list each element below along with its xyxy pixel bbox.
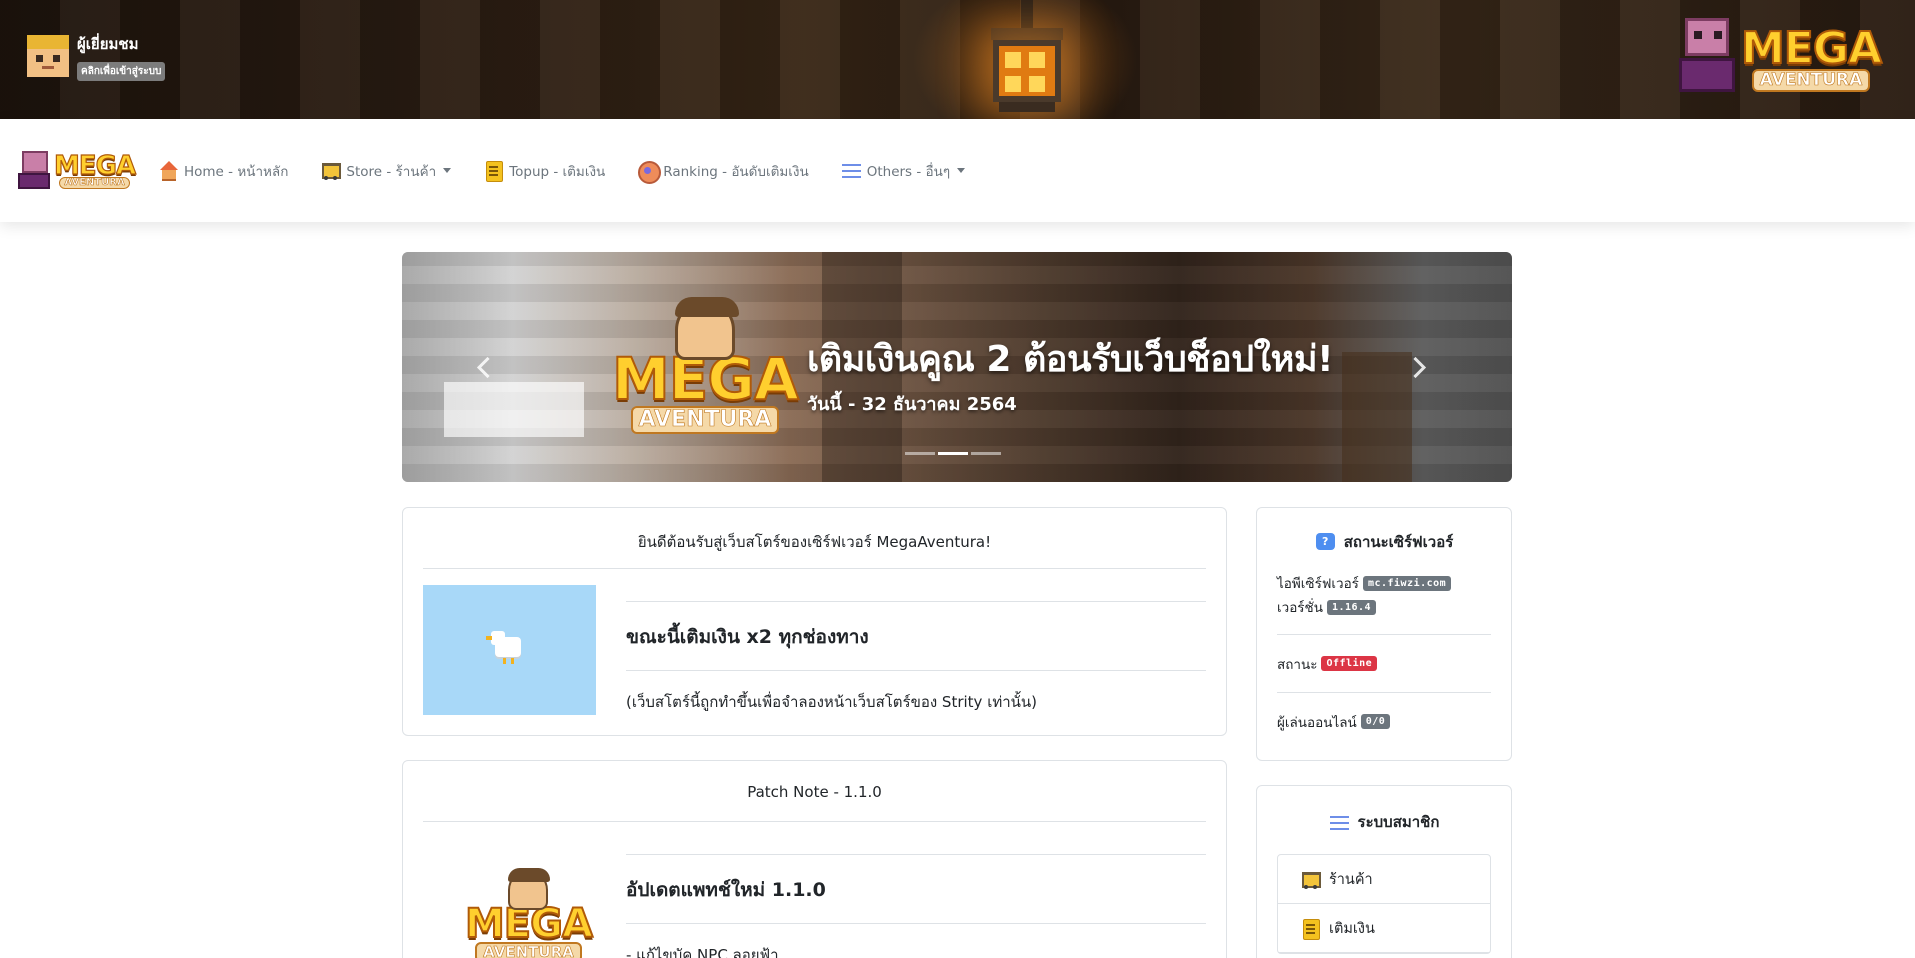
nav-others[interactable]: Others - อื่นๆ xyxy=(841,160,966,182)
member-system-title: ระบบสมาชิก xyxy=(1357,813,1440,831)
nav-store[interactable]: Store - ร้านค้า xyxy=(320,160,452,182)
cart-icon xyxy=(1300,869,1321,890)
patch-note-card: Patch Note - 1.1.0 MEGA AVENTURA อัปเดตแ… xyxy=(402,760,1227,958)
logo-sub: AVENTURA xyxy=(59,177,130,189)
navbar-logo[interactable]: MEGA AVENTURA xyxy=(18,149,137,189)
home-icon xyxy=(158,160,179,181)
slide-title: เติมเงินคูณ 2 ต้อนรับเว็บช็อปใหม่! xyxy=(807,339,1334,380)
patch-header: Patch Note - 1.1.0 xyxy=(423,761,1206,822)
nav-others-label: Others - อื่นๆ xyxy=(866,163,951,180)
guest-name: ผู้เยี่ยมชม xyxy=(77,34,139,53)
carousel-indicator-active[interactable] xyxy=(938,452,968,455)
chevron-down-icon xyxy=(443,168,452,173)
patch-title: อัปเดตแพทช์ใหม่ 1.1.0 xyxy=(626,854,1206,924)
nav-topup-label: Topup - เติมเงิน xyxy=(509,163,606,180)
welcome-card: ยินดีต้อนรับสู่เว็บสโตร์ของเซิร์ฟเวอร์ M… xyxy=(402,507,1227,736)
logo-sub: AVENTURA xyxy=(1751,69,1871,92)
slide-subtitle: วันนี้ - 32 ธันวาคม 2564 xyxy=(807,394,1017,415)
server-status-card: สถานะเซิร์ฟเวอร์ ไอพีเซิร์ฟเวอร์ mc.fiwz… xyxy=(1256,507,1512,761)
chicken-image xyxy=(486,631,527,664)
main-navbar: MEGA AVENTURA Home - หน้าหลัก Store - ร้… xyxy=(0,119,1915,222)
welcome-header: ยินดีต้อนรับสู่เว็บสโตร์ของเซิร์ฟเวอร์ M… xyxy=(423,508,1206,569)
patch-logo: MEGA AVENTURA xyxy=(464,868,594,958)
guest-login-area[interactable]: ผู้เยี่ยมชม คลิกเพื่อเข้าสู่ระบบ xyxy=(27,31,166,81)
logo-sub: AVENTURA xyxy=(475,942,582,958)
patch-desc: - แก้ไขบัค NPC ลอยฟ้า xyxy=(626,946,779,958)
cart-icon xyxy=(320,160,342,181)
slide-logo: MEGA AVENTURA xyxy=(611,297,800,434)
mascot-kid-image xyxy=(508,868,551,910)
carousel-prev-button[interactable] xyxy=(460,342,510,392)
member-item-topup[interactable]: เติมเงิน xyxy=(1278,904,1490,953)
bill-icon xyxy=(483,160,504,182)
nav-topup[interactable]: Topup - เติมเงิน xyxy=(483,160,605,182)
server-ip-badge[interactable]: mc.fiwzi.com xyxy=(1362,575,1452,591)
welcome-desc: (เว็บสโตร์นี้ถูกทำขึ้นเพื่อจำลองหน้าเว็บ… xyxy=(626,693,1037,711)
carousel-indicators xyxy=(905,452,1001,455)
member-item-label: เติมเงิน xyxy=(1329,920,1375,937)
pig-mascot-image xyxy=(1678,14,1741,92)
nav-home-label: Home - หน้าหลัก xyxy=(184,163,289,180)
question-icon xyxy=(1315,532,1336,553)
ranking-icon xyxy=(637,160,662,184)
member-system-card: ระบบสมาชิก ร้านค้า เติมเงิน xyxy=(1256,785,1512,958)
login-link[interactable]: คลิกเพื่อเข้าสู่ระบบ xyxy=(77,61,166,81)
top-banner: ผู้เยี่ยมชม คลิกเพื่อเข้าสู่ระบบ MEGA AV… xyxy=(0,0,1915,119)
logo-word: MEGA xyxy=(1740,23,1883,74)
logo-word: MEGA xyxy=(464,901,594,947)
nav-store-label: Store - ร้านค้า xyxy=(346,163,437,180)
pig-mascot-icon xyxy=(18,149,54,189)
nav-home[interactable]: Home - หน้าหลัก xyxy=(158,160,288,182)
players-online-label: ผู้เล่นออนไลน์ xyxy=(1277,714,1357,731)
carousel-indicator[interactable] xyxy=(905,452,935,455)
lantern-image xyxy=(981,0,1073,119)
carousel-next-button[interactable] xyxy=(1394,342,1444,392)
banner-logo: MEGA AVENTURA xyxy=(1678,14,1883,92)
logo-word: MEGA xyxy=(53,151,136,181)
carousel-indicator[interactable] xyxy=(971,452,1001,455)
chevron-down-icon xyxy=(957,168,966,173)
member-item-label: ร้านค้า xyxy=(1329,871,1373,888)
server-version-badge: 1.16.4 xyxy=(1326,599,1377,615)
server-status-badge: Offline xyxy=(1321,656,1378,671)
guest-avatar xyxy=(27,35,69,77)
server-status-label: สถานะ xyxy=(1277,656,1318,673)
mascot-kid-image xyxy=(674,297,739,360)
promo-thumbnail xyxy=(423,585,596,715)
member-menu-list: ร้านค้า เติมเงิน xyxy=(1277,854,1491,954)
member-item-store[interactable]: ร้านค้า xyxy=(1278,855,1490,904)
nav-ranking-label: Ranking - อันดับเติมเงิน xyxy=(663,163,809,180)
nav-ranking[interactable]: Ranking - อันดับเติมเงิน xyxy=(637,160,809,184)
server-status-title: สถานะเซิร์ฟเวอร์ xyxy=(1343,533,1454,551)
menu-icon xyxy=(841,160,862,181)
slide-caption: เติมเงินคูณ 2 ต้อนรับเว็บช็อปใหม่! วันนี… xyxy=(807,330,1334,418)
bill-icon xyxy=(1300,918,1321,940)
promo-carousel: MEGA AVENTURA เติมเงินคูณ 2 ต้อนรับเว็บช… xyxy=(402,252,1512,482)
menu-icon xyxy=(1329,812,1350,833)
welcome-title: ขณะนี้เติมเงิน x2 ทุกช่องทาง xyxy=(626,601,1206,671)
server-version-label: เวอร์ชั่น xyxy=(1277,600,1323,616)
players-online-badge: 0/0 xyxy=(1360,714,1391,729)
logo-sub: AVENTURA xyxy=(630,406,780,434)
server-ip-label: ไอพีเซิร์ฟเวอร์ xyxy=(1277,576,1359,592)
